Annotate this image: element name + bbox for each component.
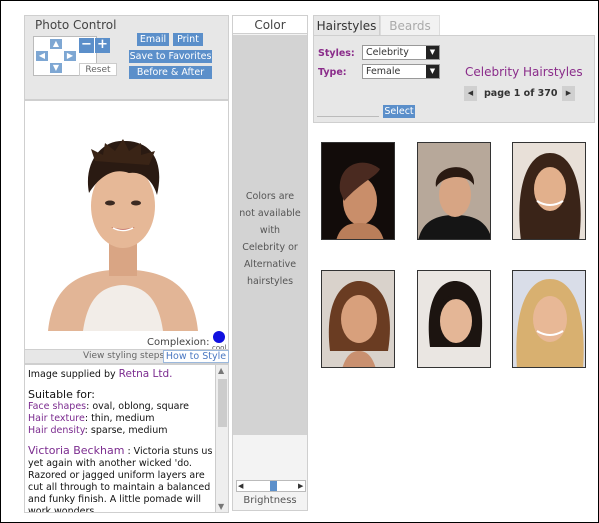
- hair-density-value: : sparse, medium: [84, 425, 168, 436]
- email-button[interactable]: Email: [137, 33, 169, 46]
- scroll-down-icon[interactable]: ▼: [218, 502, 224, 511]
- chevron-down-icon: ▼: [426, 46, 439, 59]
- hairstyle-thumbnail-2[interactable]: [417, 142, 491, 240]
- model-photo: [43, 121, 203, 331]
- hair-texture-label: Hair texture: [28, 413, 85, 424]
- move-down-icon[interactable]: ▼: [50, 63, 62, 73]
- photo-control-panel: Photo Control ▲ ▼ ◀ ▶ − + Reset Email Pr…: [24, 15, 229, 100]
- complexion-swatch[interactable]: [213, 331, 225, 343]
- hairstyle-thumbnail-5-image: [418, 271, 490, 367]
- hair-density-label: Hair density: [28, 425, 85, 436]
- suitable-heading: Suitable for:: [28, 388, 96, 401]
- color-unavailable-message: Colors are not available with Celebrity …: [239, 191, 301, 287]
- styles-select-value: Celebrity: [366, 47, 409, 58]
- print-button[interactable]: Print: [173, 33, 203, 46]
- type-select[interactable]: Female ▼: [362, 64, 440, 79]
- face-shapes-label: Face shapes: [28, 401, 87, 412]
- how-to-style-button[interactable]: How to Style: [163, 350, 229, 363]
- scroll-thumb[interactable]: [218, 379, 227, 427]
- tab-hairstyles[interactable]: Hairstyles: [313, 15, 380, 35]
- photo-control-title: Photo Control: [35, 18, 117, 32]
- brightness-slider[interactable]: ◀ ▶: [236, 480, 306, 492]
- save-favorites-button[interactable]: Save to Favorites: [129, 50, 212, 63]
- styling-steps-bar: View styling steps: How to Style: [24, 349, 229, 364]
- hairstyle-thumbnail-6[interactable]: [512, 270, 586, 368]
- prev-page-icon[interactable]: ◀: [464, 86, 477, 101]
- photo-preview: Complexion: cool: [24, 100, 229, 364]
- reset-button[interactable]: Reset: [79, 63, 117, 76]
- before-after-button[interactable]: Before & After: [129, 66, 212, 79]
- tab-beards[interactable]: Beards: [380, 15, 440, 35]
- hair-texture-value: : thin, medium: [84, 413, 155, 424]
- hairstyle-thumbnail-1[interactable]: [321, 142, 395, 240]
- hairstyle-thumbnail-6-image: [513, 271, 585, 367]
- color-swatch-area: Colors are not available with Celebrity …: [233, 35, 307, 435]
- brightness-label: Brightness: [243, 495, 297, 506]
- supplier-link[interactable]: Retna Ltd.: [119, 368, 173, 380]
- brightness-right-icon[interactable]: ▶: [298, 481, 303, 491]
- styles-label: Styles:: [318, 48, 355, 59]
- move-up-icon[interactable]: ▲: [50, 39, 62, 49]
- style-info-panel: Image supplied by Retna Ltd. Suitable fo…: [24, 364, 229, 513]
- color-panel: Color Colors are not available with Cele…: [232, 15, 308, 511]
- face-shapes-value: : oval, oblong, square: [86, 401, 190, 412]
- scroll-up-icon[interactable]: ▲: [218, 366, 224, 375]
- type-label: Type:: [318, 67, 347, 78]
- styles-select[interactable]: Celebrity ▼: [362, 45, 440, 60]
- supplied-by-label: Image supplied by: [28, 369, 116, 380]
- chevron-down-icon: ▼: [426, 65, 439, 78]
- styling-steps-label: View styling steps:: [83, 351, 168, 361]
- category-title: Celebrity Hairstyles: [465, 65, 583, 79]
- page-indicator: page 1 of 370: [484, 88, 558, 99]
- move-left-icon[interactable]: ◀: [36, 51, 48, 61]
- style-info-text: Image supplied by Retna Ltd. Suitable fo…: [28, 368, 214, 512]
- hairstyle-thumbnail-4[interactable]: [321, 270, 395, 368]
- hairstyle-filter-panel: Styles: Celebrity ▼ Type: Female ▼ Selec…: [313, 35, 595, 123]
- select-button[interactable]: Select: [383, 105, 415, 118]
- hairstyle-thumbnail-5[interactable]: [417, 270, 491, 368]
- complexion-label: Complexion:: [147, 337, 210, 348]
- hairstyle-thumbnail-3-image: [513, 143, 585, 239]
- brightness-left-icon[interactable]: ◀: [238, 481, 243, 491]
- zoom-out-button[interactable]: −: [79, 38, 94, 53]
- filter-divider: [317, 116, 379, 117]
- type-select-value: Female: [366, 66, 401, 77]
- zoom-in-button[interactable]: +: [95, 38, 110, 53]
- color-panel-title: Color: [233, 16, 307, 34]
- hairstyle-thumbnail-3[interactable]: [512, 142, 586, 240]
- celebrity-name: Victoria Beckham: [28, 444, 125, 457]
- hairstyle-thumbnail-4-image: [322, 271, 394, 367]
- brightness-thumb[interactable]: [270, 481, 277, 491]
- move-right-icon[interactable]: ▶: [64, 51, 76, 61]
- next-page-icon[interactable]: ▶: [562, 86, 575, 101]
- hairstyle-thumbnail-1-image: [322, 143, 394, 239]
- info-scrollbar[interactable]: ▲ ▼: [215, 365, 228, 512]
- hairstyle-thumbnail-2-image: [418, 143, 490, 239]
